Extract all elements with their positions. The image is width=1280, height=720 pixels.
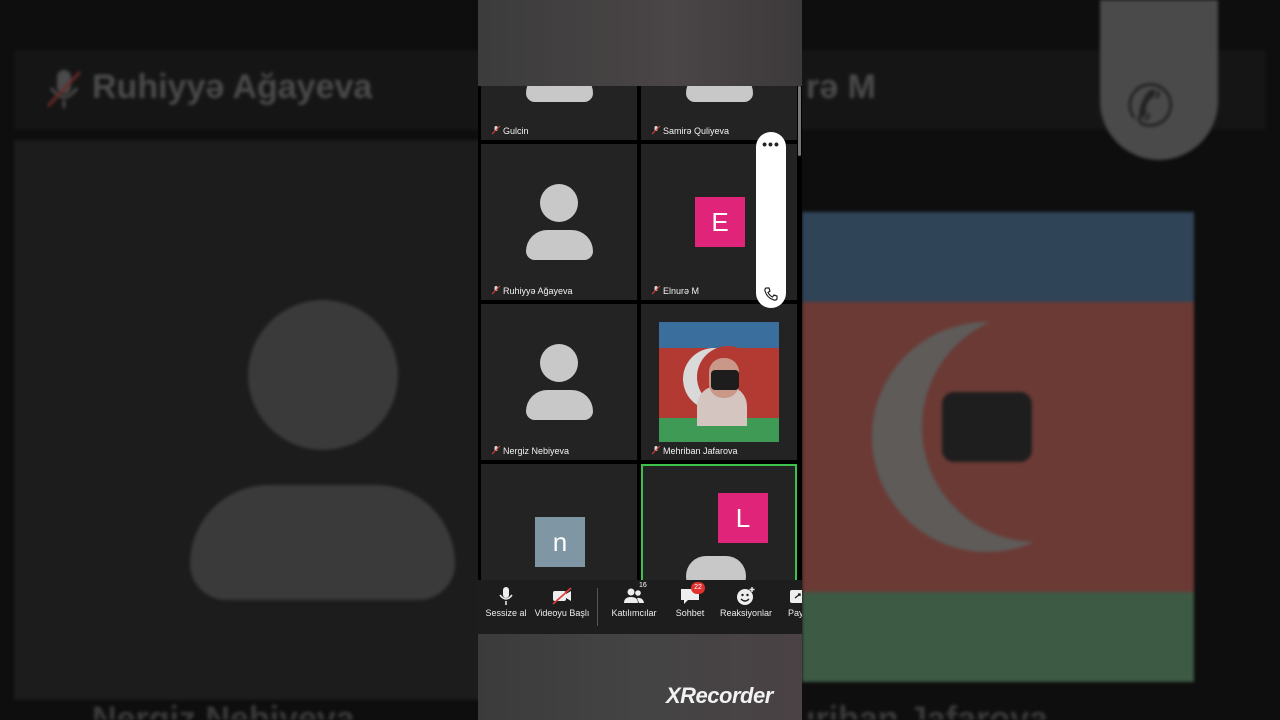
reactions-label: Reaksiyonlar (719, 608, 773, 618)
background-name-top-left: Ruhiyyə Ağayeva (92, 68, 373, 106)
avatar-silhouette-body (526, 390, 593, 420)
participant-tile-n[interactable]: n (481, 464, 637, 580)
participant-tile-ruhiyye[interactable]: Ruhiyyə Ağayeva (481, 144, 637, 300)
participant-label: Mehriban Jafarova (651, 445, 738, 456)
meeting-toolbar: Sessize al Videoyu Başlı 16 Katılımcılar… (478, 580, 802, 634)
participant-name: Gulcin (503, 126, 529, 136)
profile-photo (659, 322, 779, 442)
background-name-top-right: rə M (806, 68, 876, 106)
muted-mic-icon (491, 125, 501, 135)
participant-name: Samirə Quliyeva (663, 126, 730, 136)
background-photo (802, 212, 1194, 682)
background-avatar-head (248, 300, 398, 450)
phone-icon: ✆ (1126, 74, 1175, 139)
muted-mic-icon (46, 70, 82, 108)
participant-label: Samirə Quliyeva (651, 125, 729, 136)
participants-count: 16 (639, 582, 647, 589)
participant-label: Nergiz Nebiyeva (491, 445, 569, 456)
share-label: Pay (788, 608, 802, 618)
floating-call-controls[interactable]: ••• (756, 132, 786, 308)
video-off-icon (552, 587, 572, 605)
scrollbar[interactable] (798, 86, 801, 156)
muted-mic-icon (651, 445, 661, 455)
avatar-silhouette-body (526, 230, 593, 260)
phone-screen: Gulcin Samirə Quliyeva Ruhiyyə Ağayeva E… (478, 0, 802, 720)
phone-icon[interactable] (763, 286, 779, 302)
participant-tile-gulcin[interactable]: Gulcin (481, 86, 637, 140)
chat-label: Sohbet (675, 608, 705, 618)
emoji-add-icon (737, 587, 755, 605)
participant-name: Mehriban Jafarova (663, 446, 738, 456)
chat-unread-badge: 22 (691, 582, 705, 594)
participant-name: Ruhiyyə Ağayeva (503, 286, 573, 296)
background-avatar-body (190, 485, 455, 600)
avatar-silhouette-head (540, 184, 578, 222)
muted-mic-icon (491, 445, 501, 455)
participant-tile-mehriban[interactable]: Mehriban Jafarova (641, 304, 797, 460)
participant-name: Elnurə M (663, 286, 700, 296)
participants-icon (624, 588, 644, 603)
participant-label: Ruhiyyə Ağayeva (491, 285, 573, 296)
avatar-initial: L (718, 493, 768, 543)
start-video-button[interactable]: Videoyu Başlı (527, 586, 597, 618)
participant-name: Nergiz Nebiyeva (503, 446, 570, 456)
avatar-silhouette (526, 86, 593, 102)
participant-tile-nergiz[interactable]: Nergiz Nebiyeva (481, 304, 637, 460)
background-name-bottom-right: ıriban Jafarova (806, 700, 1048, 720)
avatar-silhouette-head (686, 556, 746, 580)
toolbar-divider (597, 588, 598, 626)
background-name-bottom-left: Nergiz Nebiyeva (92, 700, 355, 720)
share-icon (790, 590, 802, 603)
participant-grid: Gulcin Samirə Quliyeva Ruhiyyə Ağayeva E… (478, 86, 802, 580)
participant-tile-l-active-speaker[interactable]: L (641, 464, 797, 580)
participant-label: Gulcin (491, 125, 529, 136)
participant-label: Elnurə M (651, 285, 699, 296)
muted-mic-icon (491, 285, 501, 295)
start-video-label: Videoyu Başlı (534, 608, 590, 618)
muted-mic-icon (651, 125, 661, 135)
avatar-silhouette (686, 86, 753, 102)
participants-label: Katılımcılar (611, 608, 657, 618)
phone-top-area (478, 0, 802, 86)
avatar-initial: n (535, 517, 585, 567)
avatar-silhouette-head (540, 344, 578, 382)
microphone-icon (499, 587, 513, 605)
mute-label: Sessize al (485, 608, 527, 618)
avatar-initial: E (695, 197, 745, 247)
recorder-watermark: XRecorder (666, 683, 773, 708)
share-button[interactable]: Pay (767, 586, 802, 618)
muted-mic-icon (651, 285, 661, 295)
more-horizontal-icon[interactable]: ••• (756, 136, 786, 152)
